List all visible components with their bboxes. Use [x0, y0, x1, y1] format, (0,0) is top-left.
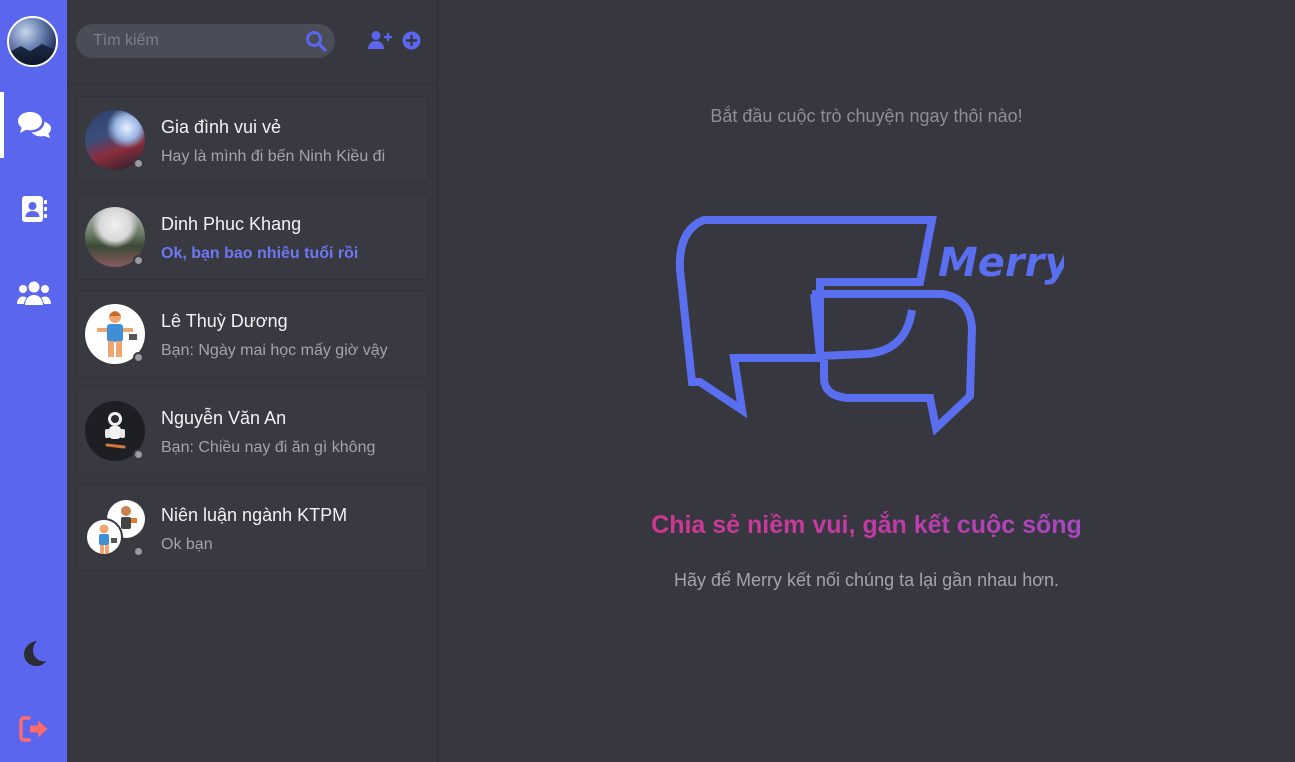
conversation-item[interactable]: Lê Thuỳ Dương Bạn: Ngày mai học mấy giờ …: [76, 290, 429, 377]
moon-icon: [23, 641, 46, 666]
contacts-book-icon: [21, 196, 47, 222]
search-box: [76, 24, 335, 58]
logout-button[interactable]: [0, 696, 67, 762]
welcome-hint: Bắt đầu cuộc trò chuyện ngay thôi nào!: [710, 106, 1023, 126]
merry-logo-icon: Merry: [675, 216, 1064, 435]
status-dot: [133, 449, 144, 460]
group-avatar-member: [85, 518, 123, 556]
logout-icon: [18, 716, 47, 742]
conversation-name: Gia đình vui vẻ: [161, 117, 282, 137]
logo-text: Merry: [938, 240, 1064, 286]
conversation-item[interactable]: Dinh Phuc Khang Ok, bạn bao nhiêu tuổi r…: [76, 193, 429, 280]
conversation-item[interactable]: Nguyễn Văn An Bạn: Chiều nay đi ăn gì kh…: [76, 387, 429, 474]
conversation-name: Lê Thuỳ Dương: [161, 311, 288, 331]
search-input[interactable]: [76, 24, 296, 58]
nav-groups-button[interactable]: [0, 260, 67, 326]
conversation-list-panel: Gia đình vui vẻ Hay là mình đi bến Ninh …: [67, 0, 438, 762]
list-header: [67, 0, 438, 84]
chat-bubbles-icon: [17, 112, 51, 138]
status-dot: [133, 546, 144, 557]
search-icon[interactable]: [305, 30, 327, 52]
nav-chats-button[interactable]: [0, 92, 67, 158]
group-icon: [16, 281, 51, 305]
nav-contacts-button[interactable]: [0, 176, 67, 242]
conversation-name: Nguyễn Văn An: [161, 408, 287, 428]
conversation-name: Niên luận ngành KTPM: [161, 505, 348, 525]
last-message: Bạn: Chiều nay đi ăn gì không: [161, 439, 376, 456]
conversation-item[interactable]: Gia đình vui vẻ Hay là mình đi bến Ninh …: [76, 96, 429, 183]
conversation-name: Dinh Phuc Khang: [161, 214, 302, 234]
status-dot: [133, 158, 144, 169]
dark-mode-toggle[interactable]: [0, 620, 67, 686]
last-message: Ok bạn: [161, 536, 213, 553]
subtitle: Hãy để Merry kết nối chúng ta lại gần nh…: [673, 570, 1060, 590]
conversation-item[interactable]: Niên luận ngành KTPM Ok bạn: [76, 484, 429, 571]
add-group-icon[interactable]: [402, 31, 421, 50]
last-message: Ok, bạn bao nhiêu tuổi rồi: [161, 245, 359, 262]
status-dot: [133, 352, 144, 363]
tagline: Chia sẻ niềm vui, gắn kết cuộc sống: [438, 511, 1295, 540]
add-friend-icon[interactable]: [368, 30, 392, 50]
last-message: Hay là mình đi bến Ninh Kiều đi: [161, 148, 386, 165]
status-dot: [133, 255, 144, 266]
last-message: Bạn: Ngày mai học mấy giờ vậy: [161, 342, 388, 359]
welcome-panel: Bắt đầu cuộc trò chuyện ngay thôi nào! M…: [438, 0, 1295, 762]
user-avatar[interactable]: [7, 16, 58, 67]
navigation-rail: [0, 0, 67, 762]
